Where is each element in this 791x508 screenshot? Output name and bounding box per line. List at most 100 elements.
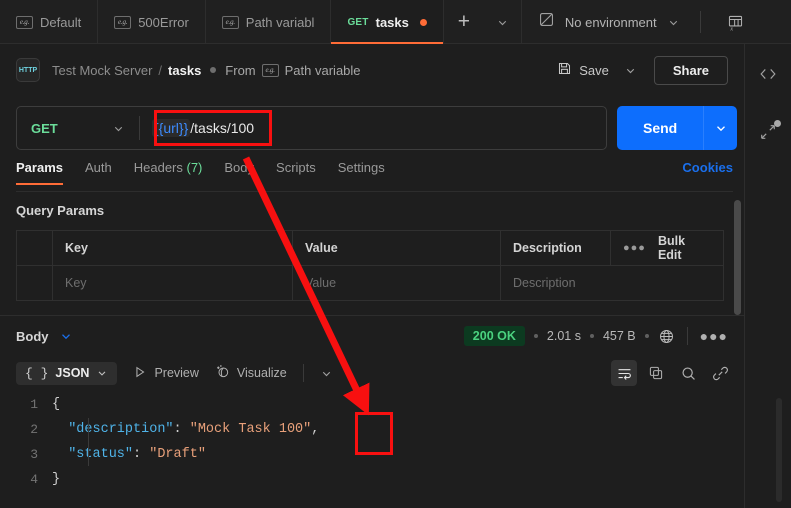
send-options-chevron-down-icon[interactable] xyxy=(703,106,738,150)
code-token-string: "Mock Task 100" xyxy=(189,422,312,437)
visualize-label: Visualize xyxy=(236,366,287,380)
row-key-input[interactable]: Key xyxy=(52,265,293,301)
meta-separator-dot xyxy=(644,334,649,338)
chevron-down-icon[interactable] xyxy=(484,0,522,44)
code-token: } xyxy=(52,472,61,487)
request-pane-scrollbar[interactable] xyxy=(734,200,741,315)
share-button[interactable]: Share xyxy=(653,55,728,85)
status-badge: 200 OK xyxy=(463,326,525,346)
response-size: 457 B xyxy=(602,329,636,343)
response-bar: Body 200 OK 2.01 s 457 B ●●● xyxy=(0,316,744,356)
meta-separator-dot xyxy=(533,334,538,338)
divider xyxy=(699,11,701,33)
tab-path-variable[interactable]: e.g. Path variabl xyxy=(206,0,332,44)
tab-headers[interactable]: Headers (7) xyxy=(134,160,203,184)
expand-arrows-icon[interactable] xyxy=(753,118,783,146)
copy-icon[interactable] xyxy=(643,360,669,386)
tab-label: Params xyxy=(16,160,63,175)
example-badge-icon: e.g. xyxy=(114,15,132,29)
more-options-icon[interactable]: ●●● xyxy=(700,328,728,344)
tab-default[interactable]: e.g. Default xyxy=(0,0,99,44)
from-label: From xyxy=(225,62,256,78)
tab-label: 500Error xyxy=(138,14,189,30)
from-source-label: Path variable xyxy=(284,62,361,78)
chevron-down-icon[interactable] xyxy=(667,16,680,29)
row-value-input[interactable]: Value xyxy=(292,265,501,301)
tab-settings[interactable]: Settings xyxy=(338,160,385,184)
environment-name: No environment xyxy=(564,14,657,30)
url-input[interactable]: {{url}} /tasks/100 xyxy=(140,107,606,149)
meta-separator-dot xyxy=(589,334,594,338)
method-label: GET xyxy=(31,120,58,136)
response-meta: 200 OK 2.01 s 457 B ●●● xyxy=(463,326,728,346)
format-selector-json[interactable]: { } JSON xyxy=(16,361,118,385)
chevron-down-icon xyxy=(112,122,125,135)
tab-tasks[interactable]: GET tasks xyxy=(331,0,444,44)
bulk-edit-button[interactable]: Bulk Edit xyxy=(658,234,711,262)
more-options-icon[interactable]: ●●● xyxy=(623,242,646,254)
format-label: JSON xyxy=(55,366,90,380)
tab-method-label: GET xyxy=(347,16,369,28)
row-checkbox-cell[interactable] xyxy=(16,265,53,301)
column-header-actions: ●●● Bulk Edit xyxy=(610,230,724,266)
tab-label: tasks xyxy=(375,14,409,30)
link-icon[interactable] xyxy=(707,360,733,386)
url-bar: GET {{url}} /tasks/100 xyxy=(16,106,607,150)
divider xyxy=(302,364,304,382)
tab-auth[interactable]: Auth xyxy=(85,160,112,184)
preview-button[interactable]: Preview xyxy=(133,365,199,382)
visualize-button[interactable]: Visualize xyxy=(215,364,287,382)
cookies-link[interactable]: Cookies xyxy=(682,160,733,175)
tab-label: Default xyxy=(40,14,82,30)
word-wrap-icon[interactable] xyxy=(611,360,637,386)
unsaved-indicator-dot xyxy=(419,18,427,26)
code-token: : xyxy=(173,422,190,437)
example-badge-icon: e.g. xyxy=(16,15,33,29)
indent-guide xyxy=(88,418,89,466)
tab-params[interactable]: Params xyxy=(16,160,63,185)
new-tab-button[interactable]: + xyxy=(444,0,484,44)
tab-strip: e.g. Default e.g. 500Error e.g. Path var… xyxy=(0,0,791,44)
tab-label: Auth xyxy=(84,160,112,175)
column-header-key: Key xyxy=(52,230,293,266)
breadcrumb-separator: / xyxy=(158,62,163,78)
method-selector[interactable]: GET xyxy=(17,107,139,149)
save-button[interactable]: Save xyxy=(548,56,618,84)
response-scrollbar[interactable] xyxy=(776,398,782,502)
code-line: 4 } xyxy=(0,467,744,492)
visualize-sparkle-icon xyxy=(215,364,230,382)
code-snippet-icon[interactable] xyxy=(753,60,783,88)
tab-label: Body xyxy=(224,160,255,175)
code-line: 3 "status": "Draft" xyxy=(0,442,744,467)
response-view-actions xyxy=(611,360,733,386)
url-path-text: /tasks/100 xyxy=(190,120,255,136)
tab-500error[interactable]: e.g. 500Error xyxy=(98,0,206,44)
tab-scripts[interactable]: Scripts xyxy=(276,160,316,184)
send-button-group: Send xyxy=(617,106,738,150)
row-description-input[interactable]: Description xyxy=(500,265,724,301)
environment-quicklook-icon[interactable]: x xyxy=(721,7,751,37)
example-badge-icon: e.g. xyxy=(221,15,239,29)
breadcrumb-collection[interactable]: Test Mock Server xyxy=(52,63,152,78)
send-button[interactable]: Send xyxy=(617,106,704,150)
tab-body[interactable]: Body xyxy=(224,160,254,184)
column-header-value: Value xyxy=(292,230,501,266)
code-token: { xyxy=(52,397,61,412)
table-header-row: Key Value Description ●●● Bulk Edit xyxy=(16,230,724,266)
response-body-label: Body xyxy=(16,328,49,344)
response-time: 2.01 s xyxy=(546,329,581,343)
column-header-checkbox xyxy=(16,230,53,266)
floppy-disk-icon xyxy=(557,61,572,79)
response-body-viewer[interactable]: 1 { 2 "description": "Mock Task 100", 3 … xyxy=(0,392,744,508)
table-row: Key Value Description xyxy=(16,265,724,301)
divider xyxy=(686,327,688,345)
code-token: : xyxy=(133,447,150,462)
postman-window: e.g. Default e.g. 500Error e.g. Path var… xyxy=(0,0,791,508)
breadcrumb-actions: Save Share xyxy=(548,55,728,85)
search-icon[interactable] xyxy=(675,360,701,386)
environment-selector[interactable]: No environment x xyxy=(522,0,751,44)
globe-icon[interactable] xyxy=(658,328,675,345)
chevron-down-icon[interactable] xyxy=(618,56,644,84)
chevron-down-icon[interactable] xyxy=(59,329,73,343)
chevron-down-icon[interactable] xyxy=(320,367,333,380)
